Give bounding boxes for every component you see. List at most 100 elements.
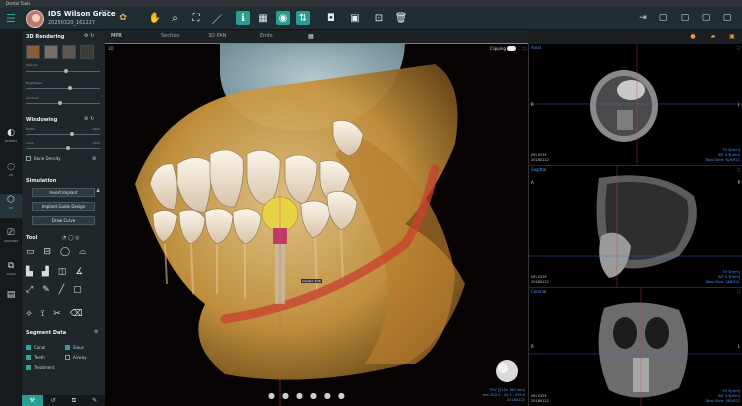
fit-icon[interactable]: ⛶ (189, 11, 203, 25)
tool-row-3[interactable]: ⤢✎╱▢ (26, 285, 91, 295)
brightness-label: Brightness (26, 81, 42, 85)
width-slider-knob[interactable] (70, 132, 74, 136)
tab-3d-pan[interactable]: 3D PAN (208, 33, 226, 39)
app-window: Dental Tools ☰ IDS Wilson Grace 22Y 2025… (0, 0, 742, 406)
tab-section[interactable]: Section (161, 33, 180, 39)
info-icon[interactable]: ℹ (236, 11, 250, 25)
menu-icon[interactable]: ☰ (6, 13, 16, 24)
bone-density-checkbox[interactable] (26, 156, 31, 161)
hand-icon[interactable]: ✋ (148, 11, 162, 25)
tool-mode-icons[interactable]: ◔ ◯ ◎ (62, 235, 80, 241)
airway-label: Airway (73, 355, 87, 360)
clipping-label: Clipping (489, 46, 506, 51)
layout-grid-icon[interactable]: ▦ (308, 33, 314, 40)
coronal-view[interactable]: Coronal R L (M) 025Y 20180122 TH 0[mm] INT… (528, 288, 742, 406)
treatment-checkbox[interactable] (26, 365, 31, 370)
window1-icon[interactable]: ▢ (656, 11, 670, 25)
preset-thumb-4[interactable] (80, 45, 94, 59)
bone-density-label: Bone Density (34, 156, 61, 161)
3d-icon: ⬡ (7, 195, 15, 205)
alert-icon[interactable]: ● (688, 31, 698, 41)
settings-icon[interactable]: ⚙ ↻ (84, 33, 94, 39)
width-slider[interactable] (26, 132, 100, 136)
nav-patient[interactable]: ◐ PATIENT (0, 127, 22, 151)
nav-align[interactable]: ⧉ ALIGN (0, 260, 22, 284)
preset-thumb-3[interactable] (62, 45, 76, 59)
sagittal-title: Sagittal (531, 167, 547, 172)
nav-3d[interactable]: ⬡ 3D (0, 194, 22, 218)
tab-mpr[interactable]: MPR (111, 33, 122, 39)
eye-icon[interactable]: ◉ (276, 11, 290, 25)
layers-icon[interactable]: ⧉ (64, 395, 85, 406)
nav-report[interactable]: ▤ (0, 289, 22, 313)
export-icon[interactable]: ⇥ (636, 11, 650, 25)
nav-2d[interactable]: ◌ 2D (0, 161, 22, 185)
window2-icon[interactable]: ▢ (678, 11, 692, 25)
bone-density-settings-icon[interactable]: ⚙ (92, 156, 96, 162)
sagittal-right-info: TH 0[mm] INT 0.5[mm] Total Slice: 288/521 (705, 270, 740, 284)
convert-icon: ⎚ (7, 228, 15, 238)
clipping-toggle[interactable] (507, 46, 516, 51)
coronal-left-info: (M) 025Y 20180122 (531, 394, 549, 403)
airway-checkbox[interactable] (65, 355, 70, 360)
tool-row-4[interactable]: ⟡⟟✂⌫ (26, 309, 92, 319)
sagittal-ori-right: P (737, 180, 740, 185)
coronal-fullscreen-icon[interactable]: ⛶ (737, 289, 740, 294)
tooth-icon[interactable]: ✿ (116, 11, 130, 25)
implant-guide-button[interactable]: Implant Guide Design (32, 202, 95, 211)
sagittal-fullscreen-icon[interactable]: ⛶ (737, 167, 740, 172)
sagittal-view[interactable]: Sagittal A P (M) 025Y 20180122 TH 0[mm] IN… (528, 166, 742, 287)
zoom-icon[interactable]: ⌕ (168, 11, 182, 25)
person-icon[interactable]: ♟ (96, 188, 100, 194)
history-icon[interactable]: ↺ (43, 395, 64, 406)
segment-settings-icon[interactable]: ⚙ (94, 329, 98, 335)
fullscreen-icon[interactable]: ⛶ (523, 46, 526, 51)
view-bottom-tools[interactable]: ●●●●●● (268, 391, 352, 400)
level-slider-knob[interactable] (66, 146, 70, 150)
sinus-checkbox[interactable] (65, 345, 70, 350)
level-slider[interactable] (26, 146, 100, 150)
layout-icon[interactable]: ⊡ (372, 11, 386, 25)
close-window-icon[interactable]: ▢ (720, 11, 734, 25)
brightness-slider-knob[interactable] (68, 86, 72, 90)
preset-thumb-2[interactable] (44, 45, 58, 59)
pin-icon[interactable]: ✎ (84, 395, 105, 406)
contrast-slider-knob[interactable] (58, 101, 62, 105)
tool-row-2[interactable]: ▙▟◫∡ (26, 267, 92, 277)
view-3d[interactable]: 3D Clipping ⛶ Implant #46 FOV [210x 160 … (105, 44, 528, 406)
patient-avatar[interactable] (26, 10, 44, 28)
delete-icon[interactable]: 🗑 (394, 11, 408, 25)
measure-icon[interactable]: ／ (210, 11, 224, 26)
sagittal-image (529, 166, 742, 287)
preset-thumb-1[interactable] (26, 45, 40, 59)
arrows-icon[interactable]: ⇅ (296, 11, 310, 25)
contrast-slider[interactable] (26, 101, 100, 105)
folder-icon[interactable]: ▰ (708, 31, 718, 41)
axial-view[interactable]: Axial R L (M) 025Y 20180122 TH 0[mm] INT 0… (528, 44, 742, 165)
screenshot-icon[interactable]: ▣ (348, 11, 362, 25)
level-value: 1000 (92, 141, 100, 145)
tool-title: Tool (26, 235, 38, 241)
brightness-slider[interactable] (26, 86, 100, 90)
nav-convert[interactable]: ⎚ CONVERT (0, 227, 22, 251)
patient-age: 22Y (100, 10, 110, 16)
teeth-checkbox[interactable] (26, 355, 31, 360)
grid-icon[interactable]: ▦ (256, 11, 270, 25)
opacity-slider-knob[interactable] (64, 69, 68, 73)
save-icon[interactable]: ▣ (727, 31, 737, 41)
rendering-title: 3D Rendering (26, 34, 65, 40)
insert-implant-button[interactable]: Insert Implant (32, 188, 95, 197)
window3-icon[interactable]: ▢ (699, 11, 713, 25)
draw-curve-button[interactable]: Draw Curve (32, 216, 95, 225)
canal-checkbox[interactable] (26, 345, 31, 350)
coronal-right-info: TH 0[mm] INT 0.5[mm] Total Slice: 582/921 (705, 389, 740, 403)
opacity-slider[interactable] (26, 69, 100, 73)
axial-fullscreen-icon[interactable]: ⛶ (737, 45, 740, 50)
wrench-icon[interactable]: ⚒ (22, 395, 43, 406)
sinus-label: Sinus (73, 345, 84, 350)
camera-icon[interactable]: ◘ (324, 11, 338, 25)
windowing-settings-icon[interactable]: ⚙ ↻ (84, 116, 94, 122)
tool-row-1[interactable]: ▭⊟◯⌓ (26, 247, 95, 257)
tab-endo[interactable]: Endo (260, 33, 273, 39)
patient-icon: ◐ (7, 128, 15, 138)
